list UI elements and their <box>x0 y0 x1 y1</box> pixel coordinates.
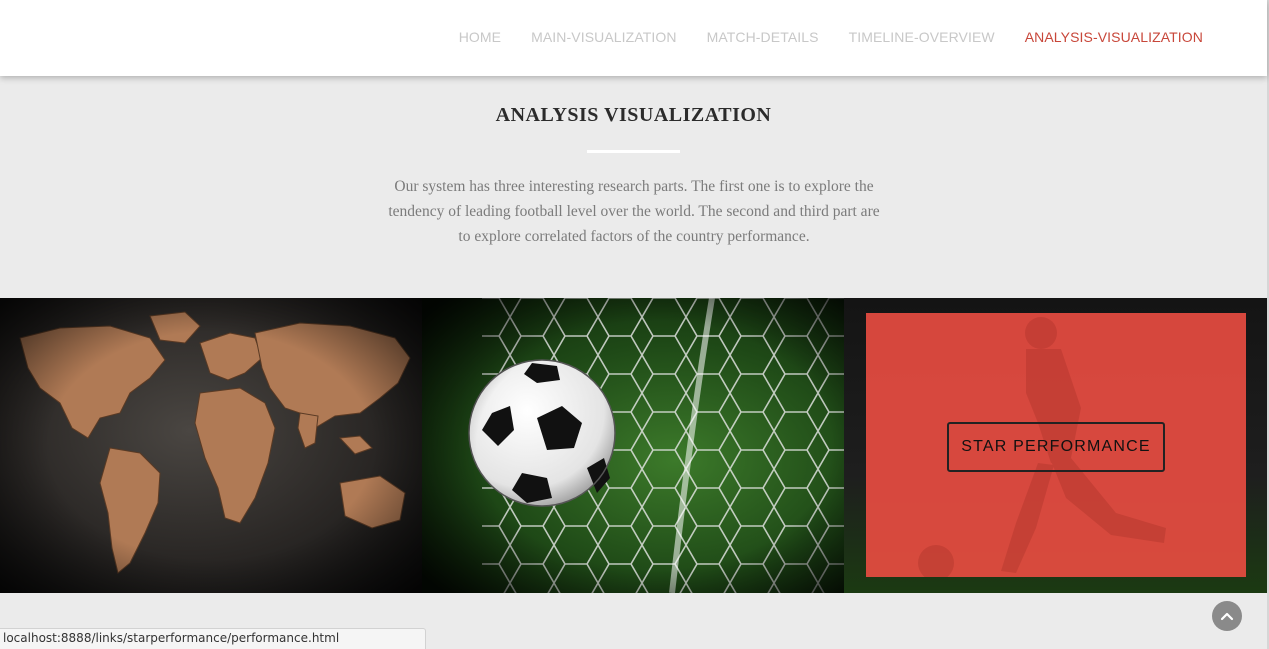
status-bar-url: localhost:8888/links/starperformance/per… <box>0 628 426 649</box>
back-to-top-button[interactable] <box>1212 601 1242 631</box>
world-map-image <box>0 298 422 593</box>
star-performance-tile[interactable]: STAR PERFORMANCE <box>844 298 1267 593</box>
title-underline <box>587 150 680 153</box>
world-map-tile[interactable] <box>0 298 422 593</box>
nav-links: HOME MAIN-VISUALIZATION MATCH-DETAILS TI… <box>459 29 1203 45</box>
nav-timeline-overview[interactable]: TIMELINE-OVERVIEW <box>849 29 995 45</box>
soccer-ball-net-image <box>422 298 844 593</box>
nav-analysis-visualization[interactable]: ANALYSIS-VISUALIZATION <box>1025 29 1203 45</box>
top-navbar: HOME MAIN-VISUALIZATION MATCH-DETAILS TI… <box>0 0 1267 76</box>
star-performance-overlay[interactable]: STAR PERFORMANCE <box>866 313 1246 577</box>
nav-home[interactable]: HOME <box>459 29 501 45</box>
nav-main-visualization[interactable]: MAIN-VISUALIZATION <box>531 29 676 45</box>
star-performance-button[interactable]: STAR PERFORMANCE <box>947 422 1165 472</box>
section-title: ANALYSIS VISUALIZATION <box>495 104 772 126</box>
soccer-ball-tile[interactable] <box>422 298 844 593</box>
section-description: Our system has three interesting researc… <box>388 178 880 245</box>
chevron-up-icon <box>1220 612 1234 621</box>
nav-match-details[interactable]: MATCH-DETAILS <box>707 29 819 45</box>
analysis-tiles: STAR PERFORMANCE <box>0 298 1267 593</box>
